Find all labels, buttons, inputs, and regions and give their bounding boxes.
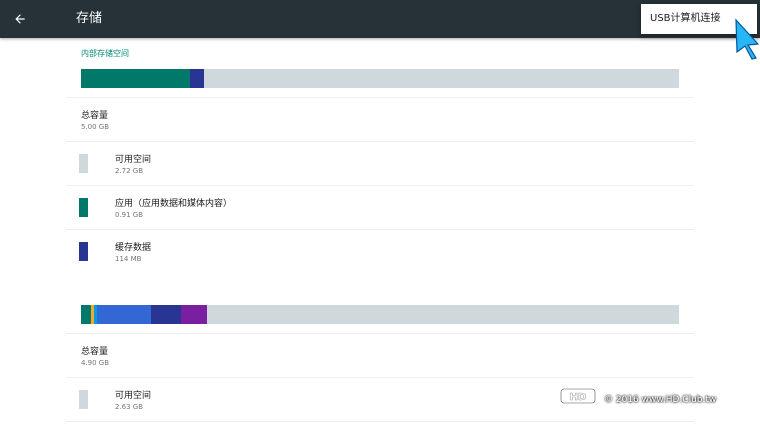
- available-space-title: 可用空间: [115, 391, 152, 401]
- watermark: HD © 2016 www.HD.Club.tw: [558, 385, 716, 415]
- pictures-segment: [97, 305, 151, 324]
- cache-segment: [190, 69, 204, 88]
- divider: [66, 421, 694, 422]
- arrow-back-icon: [15, 14, 25, 24]
- total-capacity-title: 总容量: [81, 111, 109, 121]
- total-capacity-title: 总容量: [81, 347, 109, 357]
- other-segment: [181, 305, 207, 324]
- apps-segment: [81, 305, 91, 324]
- page-title: 存储: [76, 11, 103, 26]
- back-button[interactable]: [8, 7, 32, 31]
- available-space-value: 2.63 GB: [115, 403, 144, 411]
- cached-data-title: 缓存数据: [115, 243, 152, 253]
- available-space-row[interactable]: 可用空间 2.72 GB: [66, 142, 694, 185]
- apps-segment: [81, 69, 190, 88]
- svg-text:HD: HD: [570, 392, 587, 403]
- watermark-text: © 2016 www.HD.Club.tw: [604, 395, 717, 405]
- available-space-title: 可用空间: [115, 155, 152, 165]
- available-color-swatch: [79, 154, 88, 173]
- menu-item-label: USB计算机连接: [650, 13, 721, 24]
- available-space-value: 2.72 GB: [115, 167, 144, 175]
- internal-storage-header: 内部存储空间: [81, 49, 129, 58]
- mouse-cursor-icon: [734, 18, 760, 64]
- internal-storage-usage-bar: [81, 69, 679, 88]
- hdclub-logo-icon: HD: [558, 387, 598, 413]
- apps-row[interactable]: 应用（应用数据和媒体内容） 0.91 GB: [66, 186, 694, 229]
- total-capacity-row[interactable]: 总容量 4.90 GB: [66, 334, 694, 377]
- cached-data-value: 114 MB: [115, 255, 142, 263]
- cache-color-swatch: [79, 242, 88, 261]
- apps-value: 0.91 GB: [115, 211, 144, 219]
- total-capacity-row[interactable]: 总容量 5.00 GB: [66, 98, 694, 141]
- apps-title: 应用（应用数据和媒体内容）: [115, 199, 233, 209]
- apps-color-swatch: [79, 198, 88, 217]
- storage-content: 内部存储空间 总容量 5.00 GB 可用空间 2.72 GB 应用（应用数据和…: [0, 38, 760, 428]
- total-capacity-value: 5.00 GB: [81, 123, 110, 131]
- available-color-swatch: [79, 390, 88, 409]
- secondary-storage-usage-bar: [81, 305, 679, 324]
- total-capacity-value: 4.90 GB: [81, 359, 110, 367]
- cached-data-row[interactable]: 缓存数据 114 MB: [66, 230, 694, 273]
- cache-segment: [151, 305, 181, 324]
